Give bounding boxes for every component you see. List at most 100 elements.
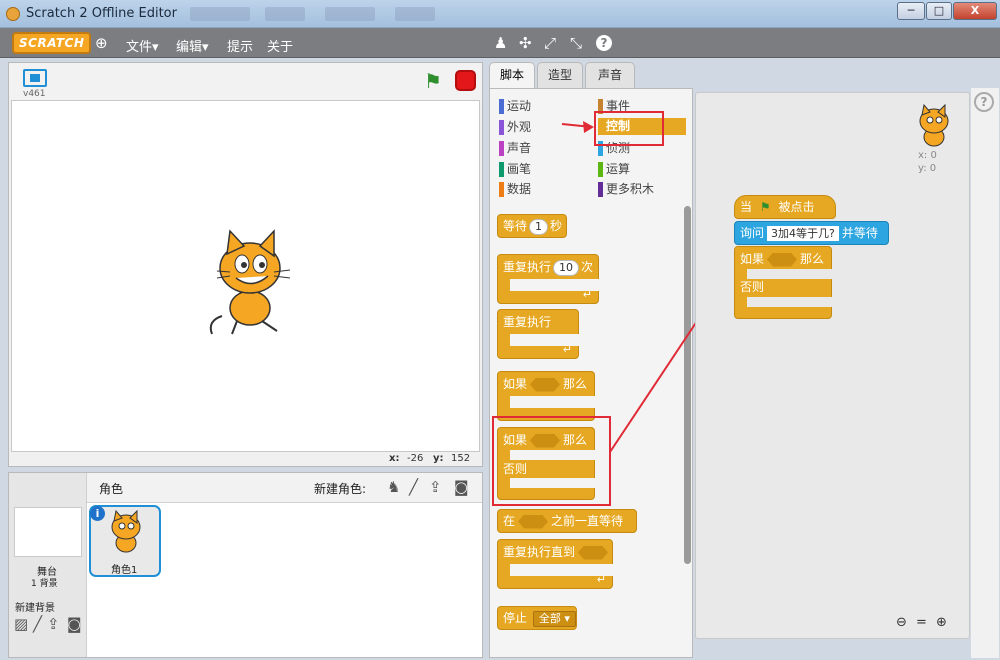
block-wait-until[interactable]: 在 之前一直等待	[497, 509, 637, 533]
cat-thumb-icon	[111, 509, 141, 553]
sprites-heading: 角色	[99, 482, 124, 496]
green-flag-icon: ⚑	[759, 200, 771, 214]
upload-backdrop-icon[interactable]: ⇪	[47, 615, 60, 633]
right-bar	[971, 88, 999, 658]
blurred-tab	[325, 7, 375, 21]
paint-sprite-icon[interactable]: ╱	[409, 478, 418, 496]
category-motion[interactable]: 运动	[499, 98, 531, 115]
menu-edit[interactable]: 编辑▾	[176, 36, 209, 55]
tab-sounds[interactable]: 声音	[585, 62, 635, 88]
menu-about[interactable]: 关于	[267, 36, 293, 55]
minimize-button[interactable]: ─	[897, 2, 925, 20]
globe-icon[interactable]: ⊕	[95, 34, 108, 52]
hat-block-green-flag[interactable]: 当 ⚑ 被点击	[734, 195, 836, 219]
category-pen[interactable]: 画笔	[499, 161, 531, 178]
duplicate-icon[interactable]: ♟	[494, 34, 507, 52]
block-repeat-until-label: 重复执行直到	[503, 545, 576, 559]
fullscreen-icon[interactable]	[23, 69, 47, 87]
block-stop-label: 停止	[503, 611, 528, 625]
block-repeat-head: 重复执行 10 次	[503, 258, 593, 276]
stage-thumbnail[interactable]	[14, 507, 82, 557]
choose-backdrop-icon[interactable]: ▨	[14, 615, 28, 633]
block-ask[interactable]: 询问 3加4等于几? 并等待	[734, 221, 889, 245]
block-palette: 运动 外观 声音 画笔 数据 事件 控制 侦测 运算 更多积木 等待 1 秒 重复执…	[489, 88, 693, 658]
y-value: 152	[451, 453, 471, 464]
choose-sprite-icon[interactable]: ♞	[387, 478, 400, 496]
cat-sprite[interactable]	[202, 226, 302, 336]
sprite-panel: 角色 新建角色: ♞ ╱ ⇪ ◙ 舞台 1 背景 新建背景 ▨ ╱ ⇪ ◙ i …	[8, 472, 483, 658]
block-repeat-num[interactable]: 10	[553, 260, 580, 276]
green-flag-icon[interactable]: ⚑	[424, 69, 442, 93]
upload-sprite-icon[interactable]: ⇪	[429, 478, 442, 496]
maximize-button[interactable]: □	[926, 2, 952, 20]
condition-slot[interactable]	[518, 514, 549, 529]
zoom-reset-icon[interactable]: =	[916, 615, 927, 630]
c-slot	[747, 297, 835, 307]
block-repeat[interactable]: 重复执行 10 次 ↵	[497, 254, 602, 304]
loop-arrow-icon: ↵	[596, 573, 606, 586]
help-icon[interactable]: ?	[974, 92, 994, 112]
block-stop[interactable]: 停止 全部 ▾	[497, 606, 577, 630]
condition-slot[interactable]	[767, 252, 798, 267]
mouse-coords: x: -26 y: 152	[9, 453, 482, 466]
stage-toolbar: v461 ⚑	[9, 63, 482, 100]
zoom-in-icon[interactable]: ⊕	[936, 615, 947, 630]
stop-dropdown[interactable]: 全部 ▾	[532, 611, 576, 627]
block-forever[interactable]: 重复执行 ↵	[497, 309, 582, 359]
script-if-else[interactable]: 如果 那么 否则	[734, 246, 835, 319]
delete-icon[interactable]: ✣	[519, 34, 532, 52]
version-label: v461	[23, 89, 46, 99]
zoom-out-icon[interactable]: ⊖	[896, 615, 907, 630]
tab-scripts[interactable]: 脚本	[489, 62, 535, 88]
sprite-name: 角色1	[111, 565, 138, 576]
category-operators[interactable]: 运算	[598, 161, 630, 178]
grow-icon[interactable]: ⤢	[544, 34, 556, 52]
sprite-thumbnail[interactable]: i 角色1	[89, 505, 161, 577]
editor-tabs: 脚本 造型 声音	[489, 62, 689, 88]
sprite-preview-icon	[919, 103, 949, 147]
block-wait-until-tail: 之前一直等待	[551, 514, 624, 528]
category-data[interactable]: 数据	[499, 181, 531, 198]
paint-backdrop-icon[interactable]: ╱	[33, 615, 42, 633]
x-value: -26	[407, 453, 424, 464]
loop-arrow-icon: ↵	[582, 288, 592, 301]
shrink-icon[interactable]: ⤡	[570, 34, 582, 52]
condition-slot[interactable]	[578, 545, 609, 560]
blurred-tab	[395, 7, 435, 21]
blurred-tab	[190, 7, 250, 21]
category-more-blocks[interactable]: 更多积木	[598, 181, 654, 198]
camera-icon[interactable]: ◙	[454, 478, 469, 496]
ask-input[interactable]: 3加4等于几?	[767, 226, 839, 241]
y-label: y:	[433, 453, 444, 464]
script-if-head: 如果 那么	[740, 250, 824, 267]
block-wait-num[interactable]: 1	[529, 219, 549, 235]
c-slot	[510, 396, 598, 408]
camera-backdrop-icon[interactable]: ◙	[67, 615, 82, 633]
menu-file[interactable]: 文件▾	[126, 36, 159, 55]
palette-scrollbar[interactable]	[684, 206, 691, 564]
menubar: SCRATCH ⊕ 文件▾ 编辑▾ 提示 关于 ♟ ✣ ⤢ ⤡ ?	[0, 28, 1000, 58]
stop-icon[interactable]	[455, 70, 476, 91]
condition-slot[interactable]	[530, 377, 561, 392]
help-icon[interactable]: ?	[596, 35, 612, 51]
block-wait-until-label: 在	[503, 514, 516, 528]
block-wait-label: 等待	[503, 219, 528, 233]
close-button[interactable]: X	[953, 2, 997, 20]
category-sound[interactable]: 声音	[499, 140, 531, 157]
highlight-box	[492, 416, 611, 506]
block-if-then[interactable]: 如果 那么	[497, 371, 598, 421]
menu-tips[interactable]: 提示	[227, 36, 253, 55]
category-looks[interactable]: 外观	[499, 119, 531, 136]
block-repeat-unit: 次	[581, 260, 594, 274]
tab-costumes[interactable]: 造型	[537, 62, 583, 88]
stage-canvas[interactable]	[11, 100, 480, 452]
block-wait[interactable]: 等待 1 秒	[497, 214, 567, 238]
scratch-logo[interactable]: SCRATCH	[12, 32, 92, 54]
block-repeat-until-head: 重复执行直到	[503, 543, 611, 560]
block-wait-unit: 秒	[550, 219, 563, 233]
x-label: x:	[389, 453, 400, 464]
block-forever-label: 重复执行	[503, 315, 552, 329]
script-area[interactable]: x: 0 y: 0 当 ⚑ 被点击 询问 3加4等于几? 并等待 如果 那么 否则 ⊖…	[695, 92, 970, 639]
block-repeat-until[interactable]: 重复执行直到 ↵	[497, 539, 616, 589]
stage-panel: v461 ⚑ x: -26 y: 152	[8, 62, 483, 467]
